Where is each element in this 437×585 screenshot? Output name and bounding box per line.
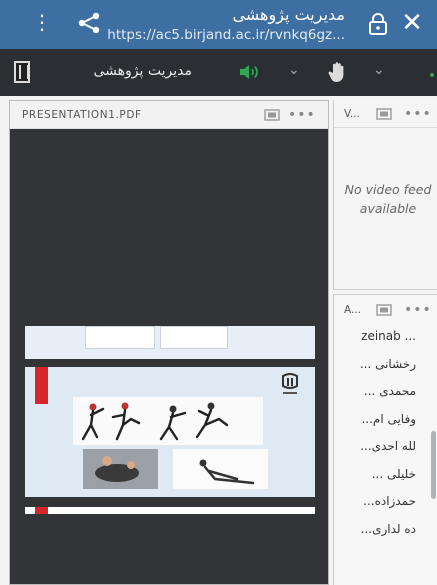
slide-preview-current xyxy=(25,367,315,497)
slide-photo-floor-stretch xyxy=(173,449,268,489)
page-title: مدیریت پژوهشی xyxy=(232,5,345,24)
more-options-icon[interactable]: ••• xyxy=(404,107,432,121)
slide-preview-prev xyxy=(25,326,315,359)
attendees-pod: A... ••• zeinab ... ... رخشانی ... محمدی… xyxy=(333,294,437,585)
attendee-item[interactable]: ...حمدزاده xyxy=(334,488,437,516)
slide-photo-partner-stretch xyxy=(83,449,158,489)
more-vert-icon[interactable]: ⋮ xyxy=(32,12,52,32)
fullscreen-icon[interactable] xyxy=(264,109,280,121)
slide-textbox xyxy=(85,326,155,349)
slide-accent-bar xyxy=(35,367,48,404)
attendee-item[interactable]: ...وفایی ام xyxy=(334,406,437,434)
attendee-item[interactable]: ...ده لداری xyxy=(334,516,437,544)
attendee-item[interactable]: ... خلیلی xyxy=(334,461,437,489)
close-icon[interactable]: ✕ xyxy=(399,9,425,37)
attendee-item[interactable]: zeinab ... xyxy=(334,323,437,351)
slide-textbox xyxy=(160,326,228,349)
page-url: https://ac5.birjand.ac.ir/rvnkq6gz... xyxy=(107,27,345,43)
speaker-on-icon[interactable] xyxy=(238,63,260,81)
more-options-icon[interactable]: ••• xyxy=(404,303,432,317)
attendees-pod-title: A... xyxy=(344,304,362,316)
attendees-pod-header: A... ••• xyxy=(334,295,437,323)
chevron-down-icon[interactable]: ⌄ xyxy=(373,62,385,78)
slide-photo-stretching xyxy=(73,397,263,445)
attendee-item[interactable]: ...لله احدی xyxy=(334,433,437,461)
meeting-toolbar: مدیریت پژوهشی ⌄ ⌄ xyxy=(0,49,437,96)
fullscreen-icon[interactable] xyxy=(376,304,392,316)
attendee-item[interactable]: ... محمدی xyxy=(334,378,437,406)
browser-title-bar: ⋮ مدیریت پژوهشی https://ac5.birjand.ac.i… xyxy=(0,0,437,49)
share-pod-header: PRESENTATION1.PDF ••• xyxy=(10,101,328,129)
attendee-list-scrollbar[interactable] xyxy=(431,431,436,499)
attendee-item[interactable]: ... رخشانی xyxy=(334,351,437,379)
app-logo-icon xyxy=(14,61,30,83)
share-pod: PRESENTATION1.PDF ••• xyxy=(9,100,329,585)
fullscreen-icon[interactable] xyxy=(376,108,392,120)
video-pod: V... ••• No video feed available xyxy=(333,100,437,290)
chevron-down-icon[interactable]: ⌄ xyxy=(288,62,300,78)
no-video-message: No video feed available xyxy=(344,182,432,216)
lock-icon[interactable] xyxy=(368,13,388,35)
meeting-title: مدیریت پژوهشی xyxy=(93,63,193,79)
attendee-list: zeinab ... ... رخشانی ... محمدی ...وفایی… xyxy=(334,323,437,543)
share-icon[interactable] xyxy=(76,11,102,35)
more-options-icon[interactable]: ••• xyxy=(288,108,316,122)
video-pod-header: V... ••• xyxy=(334,100,437,128)
raise-hand-icon[interactable] xyxy=(328,61,348,83)
university-emblem-icon xyxy=(282,373,298,394)
status-dot xyxy=(430,73,434,77)
slide-preview-next xyxy=(25,507,315,514)
share-pod-title: PRESENTATION1.PDF xyxy=(22,109,142,121)
video-pod-title: V... xyxy=(344,108,360,120)
slide-accent-bar xyxy=(35,507,48,514)
